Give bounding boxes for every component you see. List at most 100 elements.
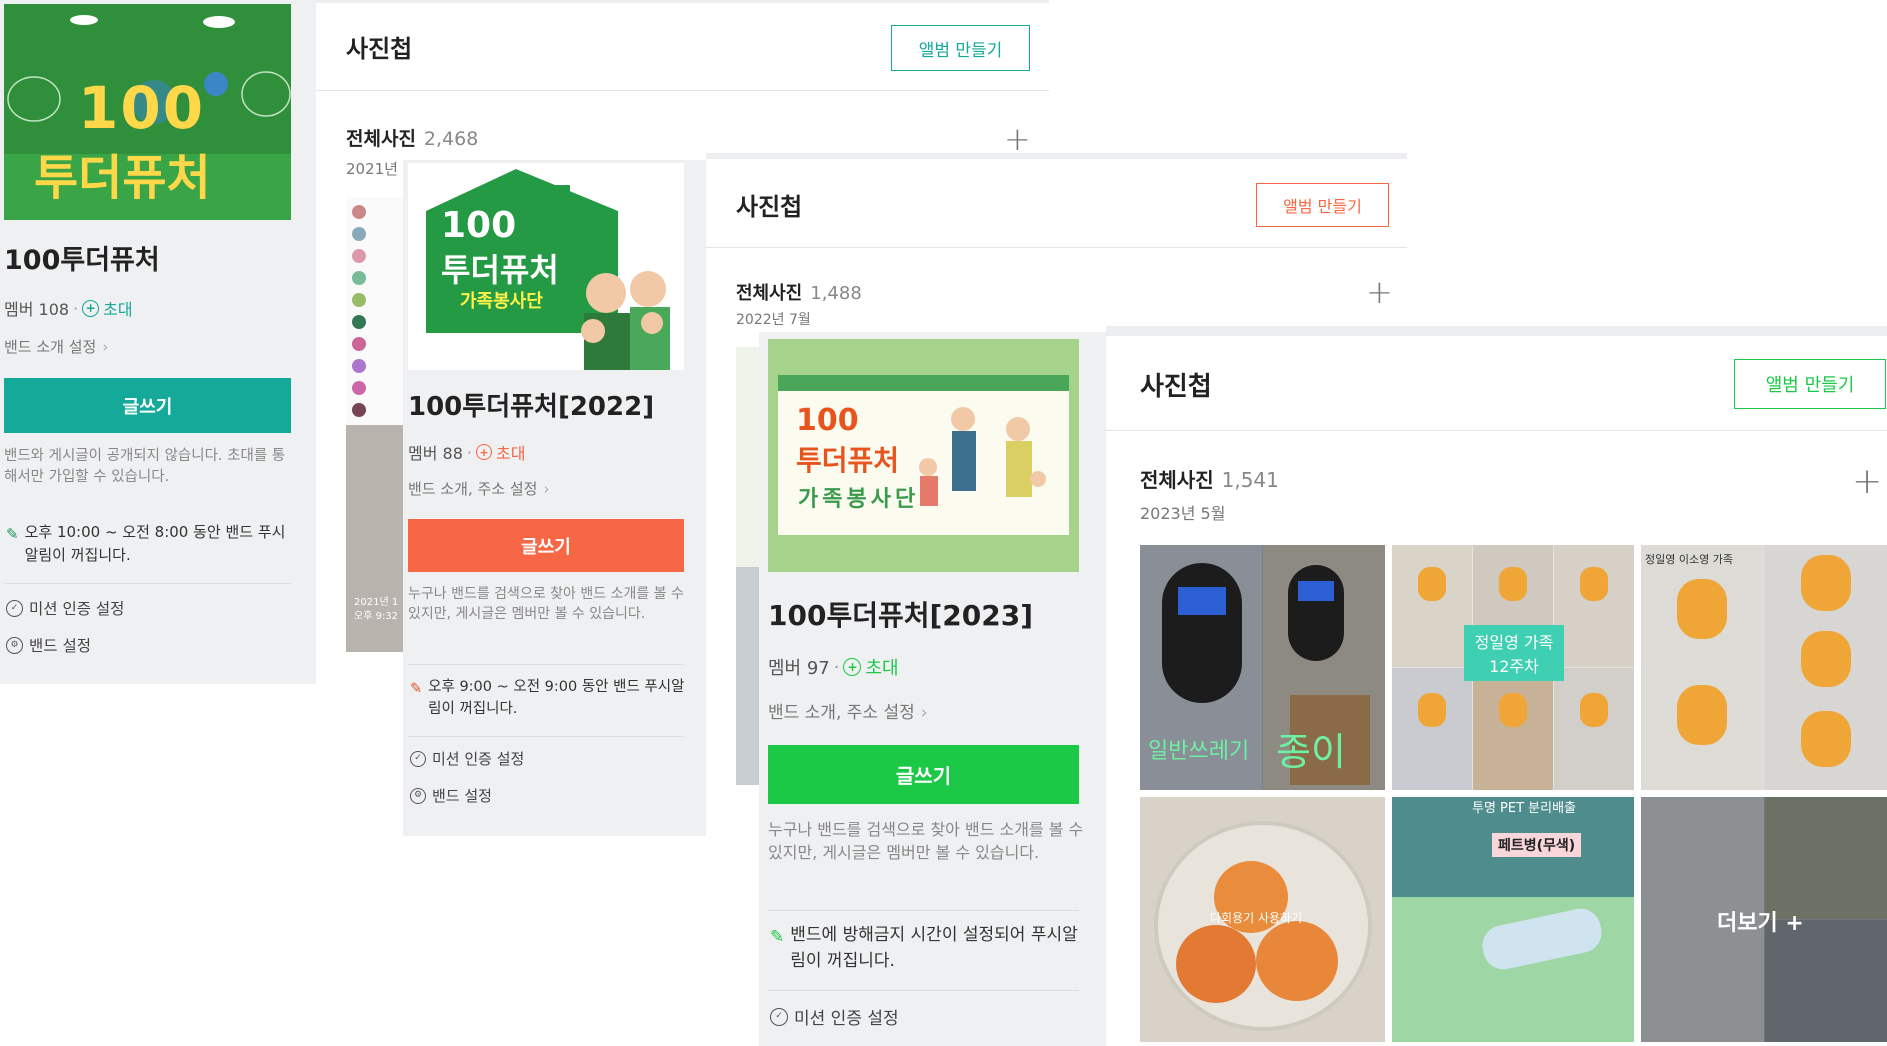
band-settings-link-1[interactable]: 밴드 소개 설정 ›	[4, 336, 108, 357]
divider	[706, 247, 1407, 248]
mission-setting-label-1: 미션 인증 설정	[29, 600, 125, 618]
cover-title-2: 투더퓨처	[441, 251, 559, 289]
chat-list-preview	[346, 197, 406, 425]
divider	[768, 910, 1079, 911]
album-date-2: 2022년 7월	[736, 312, 811, 328]
photo-pet-recycling[interactable]: 투명 PET 분리배출 페트병(무색)	[1392, 797, 1634, 1042]
mission-setting-1[interactable]: ✓ 미션 인증 설정	[6, 597, 124, 619]
mission-setting-2[interactable]: ✓ 미션 인증 설정	[410, 748, 524, 769]
cover-subtitle-3: 가족봉사단	[798, 487, 920, 512]
band-cover-image-2[interactable]: 100 투더퓨처 가족봉사단	[408, 163, 684, 370]
cover-number-1: 100	[78, 74, 206, 142]
divider	[408, 736, 684, 737]
settings-link-label-2: 밴드 소개, 주소 설정	[408, 480, 538, 498]
photo-count-3: 1,541	[1221, 468, 1279, 492]
create-album-button-3[interactable]: 앨범 만들기	[1734, 359, 1886, 409]
invite-button-1[interactable]: + 초대	[82, 296, 133, 320]
album-panel-3: 사진첩 앨범 만들기 전체사진 1,541 2023년 5월 + 일반쓰레기 종이…	[1106, 326, 1887, 1046]
invite-label-2: 초대	[495, 444, 526, 463]
member-line-1: 멤버 108 · + 초대	[4, 296, 133, 320]
create-album-button-1[interactable]: 앨범 만들기	[891, 25, 1030, 71]
band-privacy-notice-1: 밴드와 게시글이 공개되지 않습니다. 초대를 통해서만 가입할 수 있습니다.	[4, 448, 286, 486]
all-photos-label-3: 전체사진	[1140, 468, 1214, 492]
divider	[4, 583, 291, 584]
push-alarm-notice-2: ✎ 오후 9:00 ~ 오전 9:00 동안 밴드 푸시알림이 꺼집니다.	[410, 676, 686, 721]
photo-caption-week12: 정일영 가족 12주차	[1464, 625, 1564, 681]
photo-more[interactable]: 더보기 +	[1641, 797, 1887, 1042]
cover-subtitle-2: 가족봉사단	[460, 291, 543, 312]
divider	[1106, 430, 1887, 431]
photo-family-week12[interactable]: 정일영 가족 12주차	[1392, 545, 1634, 790]
add-photo-plus-icon[interactable]: +	[1004, 123, 1031, 155]
cover-number-3: 100	[796, 403, 859, 438]
chevron-right-icon: ›	[920, 703, 928, 723]
all-photos-label-2: 전체사진	[736, 283, 803, 304]
photo-caption-pet: 투명 PET 분리배출	[1472, 801, 1577, 816]
add-photo-plus-icon[interactable]: +	[1366, 276, 1393, 308]
band-name-3[interactable]: 100투더퓨처[2023]	[768, 594, 1033, 634]
photo-caption-reusable: 다회용기 사용하기	[1210, 911, 1303, 925]
check-circle-icon: ✓	[770, 1007, 788, 1026]
add-photo-plus-icon[interactable]: +	[1852, 464, 1882, 500]
push-alarm-notice-1: ✎ 오후 10:00 ~ 오전 8:00 동안 밴드 푸시알림이 꺼집니다.	[6, 521, 294, 568]
settings-link-label-1: 밴드 소개 설정	[4, 338, 97, 356]
photo-count-2: 1,488	[810, 283, 862, 304]
write-post-button-3[interactable]: 글쓰기	[768, 745, 1079, 804]
band-setting-2[interactable]: ⚙ 밴드 설정	[410, 785, 492, 806]
band-name-1[interactable]: 100투더퓨처	[4, 238, 160, 277]
member-line-3: 멤버 97 · + 초대	[768, 654, 899, 680]
all-photos-header-1[interactable]: 전체사진 2,468	[346, 124, 478, 151]
more-photos-button[interactable]: 더보기 +	[1717, 905, 1804, 937]
bell-off-icon: ✎	[770, 927, 785, 947]
plus-circle-icon: +	[82, 299, 100, 317]
band-privacy-notice-3: 누구나 밴드를 검색으로 찾아 밴드 소개를 볼 수 있지만, 게시글은 멤버만…	[768, 820, 1084, 863]
photo-label-pet: 페트병(무색)	[1492, 833, 1582, 857]
divider	[408, 664, 684, 665]
album-date-3: 2023년 5월	[1140, 504, 1226, 523]
photo-family-scales[interactable]: 정일영 이소영 가족	[1641, 545, 1887, 790]
band-privacy-notice-2: 누구나 밴드를 검색으로 찾아 밴드 소개를 볼 수 있지만, 게시글은 멤버만…	[408, 586, 684, 623]
write-post-button-1[interactable]: 글쓰기	[4, 378, 291, 433]
all-photos-header-2[interactable]: 전체사진 1,488	[736, 279, 862, 305]
push-alarm-notice-3: ✎ 밴드에 방해금지 시간이 설정되어 푸시알림이 꺼집니다.	[770, 922, 1086, 975]
mission-setting-label-3: 미션 인증 설정	[794, 1009, 899, 1029]
mission-setting-3[interactable]: ✓ 미션 인증 설정	[770, 1004, 899, 1029]
member-count-1[interactable]: 멤버 108	[4, 296, 69, 320]
photo-peaches[interactable]: 다회용기 사용하기	[1140, 797, 1385, 1042]
member-count-3[interactable]: 멤버 97	[768, 654, 830, 680]
room-photo: 2021년 1 오후 9:32	[346, 425, 406, 652]
member-count-2[interactable]: 멤버 88	[408, 440, 463, 464]
band-setting-label-2: 밴드 설정	[432, 787, 492, 805]
band-cover-image-1[interactable]: 100 투더퓨처	[4, 4, 291, 220]
all-photos-header-3[interactable]: 전체사진 1,541	[1140, 464, 1279, 493]
invite-button-2[interactable]: + 초대	[475, 440, 526, 464]
thumb-date-1: 2021년 1	[354, 597, 399, 608]
invite-button-3[interactable]: + 초대	[843, 654, 899, 680]
band-sidebar-1: 100 투더퓨처 100투더퓨처 멤버 108 · + 초대 밴드 소개 설정 ›…	[0, 0, 316, 684]
divider	[316, 90, 1049, 91]
alarm-text-1: 오후 10:00 ~ 오전 8:00 동안 밴드 푸시알림이 꺼집니다.	[24, 523, 286, 565]
alarm-text-3: 밴드에 방해금지 시간이 설정되어 푸시알림이 꺼집니다.	[790, 925, 1078, 972]
write-post-button-2[interactable]: 글쓰기	[408, 519, 684, 572]
band-name-2[interactable]: 100투더퓨처[2022]	[408, 386, 654, 423]
photo-caption-family: 정일영 이소영 가족	[1645, 553, 1733, 566]
album-title-1: 사진첩	[346, 35, 413, 63]
settings-link-label-3: 밴드 소개, 주소 설정	[768, 703, 915, 723]
photo-caption-right: 종이	[1276, 730, 1346, 774]
member-line-2: 멤버 88 · + 초대	[408, 440, 525, 464]
band-setting-1[interactable]: ⚙ 밴드 설정	[6, 634, 91, 656]
create-album-button-2[interactable]: 앨범 만들기	[1256, 183, 1389, 227]
album-thumbnail-1[interactable]: 2021년 1 오후 9:32	[346, 197, 406, 652]
check-circle-icon: ✓	[6, 599, 23, 617]
band-cover-image-3[interactable]: 100 투더퓨처 가족봉사단	[768, 339, 1079, 572]
band-settings-link-3[interactable]: 밴드 소개, 주소 설정 ›	[768, 698, 928, 723]
photo-scale-waste[interactable]: 일반쓰레기 종이	[1140, 545, 1385, 790]
cover-title-1: 투더퓨처	[34, 150, 211, 206]
album-title-2: 사진첩	[736, 193, 803, 221]
mission-setting-label-2: 미션 인증 설정	[432, 750, 525, 768]
invite-label-1: 초대	[103, 300, 133, 319]
bell-off-icon: ✎	[6, 525, 19, 543]
band-settings-link-2[interactable]: 밴드 소개, 주소 설정 ›	[408, 478, 549, 499]
band-setting-label-1: 밴드 설정	[29, 637, 91, 655]
photo-caption-left: 일반쓰레기	[1148, 739, 1250, 764]
